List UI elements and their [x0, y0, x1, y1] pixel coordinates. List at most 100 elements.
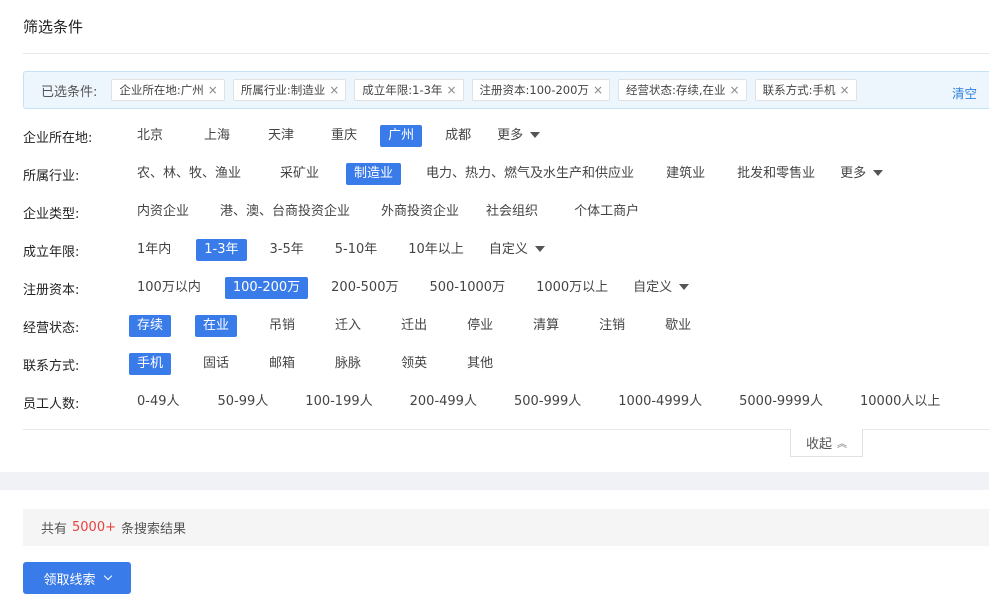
row-label: 联系方式: [23, 358, 80, 374]
selected-chip[interactable]: 企业所在地:广州 × [111, 79, 225, 101]
row-label: 经营状态: [23, 320, 80, 336]
chip-text: 所属行业:制造业 [240, 83, 326, 97]
more-button[interactable]: 更多 [489, 125, 548, 147]
row-label: 企业类型: [23, 206, 80, 222]
option-under-1y[interactable]: 1年内 [129, 239, 179, 261]
section-separator [0, 472, 989, 490]
option-existing[interactable]: 存续 [129, 315, 172, 337]
custom-dropdown[interactable]: 自定义 [481, 239, 553, 261]
option-tianjin[interactable]: 天津 [260, 125, 302, 147]
option-3-5y[interactable]: 3-5年 [262, 239, 312, 261]
option-over-10y[interactable]: 10年以上 [400, 239, 472, 261]
option-chengdu[interactable]: 成都 [437, 125, 479, 147]
chevron-down-icon [103, 571, 112, 581]
option-operating[interactable]: 在业 [195, 315, 238, 337]
option-under-100w[interactable]: 100万以内 [129, 277, 209, 299]
option-shanghai[interactable]: 上海 [196, 125, 238, 147]
option-maimai[interactable]: 脉脉 [327, 353, 369, 375]
option-domestic[interactable]: 内资企业 [129, 201, 197, 223]
option-5000-9999[interactable]: 5000-9999人 [731, 391, 831, 413]
option-5-10y[interactable]: 5-10年 [327, 239, 386, 261]
option-agriculture[interactable]: 农、林、牧、渔业 [129, 163, 249, 185]
option-100-200w[interactable]: 100-200万 [224, 277, 309, 299]
title-divider [23, 53, 989, 54]
option-500-1000w[interactable]: 500-1000万 [421, 277, 513, 299]
close-icon[interactable]: × [839, 84, 849, 96]
claim-leads-button[interactable]: 领取线索 [23, 562, 131, 594]
option-200-500w[interactable]: 200-500万 [323, 277, 406, 299]
option-individual[interactable]: 个体工商户 [566, 201, 647, 223]
more-button[interactable]: 更多 [832, 163, 891, 185]
option-1000-4999[interactable]: 1000-4999人 [610, 391, 710, 413]
row-label: 员工人数: [23, 396, 80, 412]
result-summary: 共有 5000+ 条搜索结果 [23, 509, 989, 546]
row-label: 成立年限: [23, 244, 80, 260]
close-icon[interactable]: × [593, 84, 603, 96]
filter-row-capital: 注册资本: 100万以内 100-200万 200-500万 500-1000万… [23, 276, 989, 300]
option-manufacturing[interactable]: 制造业 [346, 163, 402, 185]
option-social-org[interactable]: 社会组织 [478, 201, 546, 223]
option-1-3y[interactable]: 1-3年 [196, 239, 247, 261]
option-email[interactable]: 邮箱 [261, 353, 303, 375]
caret-down-icon [873, 169, 884, 176]
option-500-999[interactable]: 500-999人 [506, 391, 589, 413]
close-icon[interactable]: × [730, 84, 740, 96]
option-50-99[interactable]: 50-99人 [210, 391, 277, 413]
chip-text: 成立年限:1-3年 [362, 83, 443, 97]
close-icon[interactable]: × [329, 84, 339, 96]
selected-chip[interactable]: 经营状态:存续,在业 × [618, 79, 747, 101]
option-over-1000w[interactable]: 1000万以上 [528, 277, 616, 299]
option-closed[interactable]: 歇业 [657, 315, 699, 337]
selected-chip[interactable]: 成立年限:1-3年 × [354, 79, 464, 101]
option-liquidation[interactable]: 清算 [525, 315, 567, 337]
option-100-199[interactable]: 100-199人 [297, 391, 380, 413]
filter-row-established: 成立年限: 1年内 1-3年 3-5年 5-10年 10年以上 自定义 [23, 238, 989, 262]
filter-row-location: 企业所在地: 北京 上海 天津 重庆 广州 成都 更多 [23, 124, 989, 148]
option-hk-macao-taiwan[interactable]: 港、澳、台商投资企业 [212, 201, 358, 223]
option-over-10000[interactable]: 10000人以上 [852, 391, 948, 413]
chip-text: 企业所在地:广州 [119, 83, 204, 97]
option-mining[interactable]: 采矿业 [272, 163, 327, 185]
custom-label: 自定义 [488, 242, 528, 257]
clear-all-link[interactable]: 清空 [952, 83, 977, 102]
selected-conditions-label: 已选条件: [41, 84, 98, 100]
result-prefix: 共有 [41, 522, 68, 537]
collapse-button[interactable]: 收起 ︽ [790, 429, 863, 457]
option-guangzhou[interactable]: 广州 [380, 125, 423, 147]
option-landline[interactable]: 固话 [195, 353, 237, 375]
custom-label: 自定义 [633, 280, 673, 295]
close-icon[interactable]: × [446, 84, 456, 96]
option-moved-in[interactable]: 迁入 [327, 315, 369, 337]
option-construction[interactable]: 建筑业 [658, 163, 713, 185]
option-revoked[interactable]: 吊销 [261, 315, 303, 337]
option-moved-out[interactable]: 迁出 [393, 315, 435, 337]
option-200-499[interactable]: 200-499人 [402, 391, 485, 413]
more-label: 更多 [497, 128, 524, 143]
option-cancelled[interactable]: 注销 [591, 315, 633, 337]
option-other[interactable]: 其他 [459, 353, 501, 375]
option-suspended[interactable]: 停业 [459, 315, 501, 337]
close-icon[interactable]: × [208, 84, 218, 96]
selected-chip[interactable]: 所属行业:制造业 × [232, 79, 347, 101]
chip-text: 联系方式:手机 [762, 83, 836, 97]
filter-row-employees: 员工人数: 0-49人 50-99人 100-199人 200-499人 500… [23, 390, 989, 414]
option-chongqing[interactable]: 重庆 [323, 125, 365, 147]
selected-chip[interactable]: 注册资本:100-200万 × [471, 79, 610, 101]
option-mobile[interactable]: 手机 [129, 353, 172, 375]
option-foreign[interactable]: 外商投资企业 [373, 201, 467, 223]
selected-chip[interactable]: 联系方式:手机 × [754, 79, 857, 101]
filter-row-contact: 联系方式: 手机 固话 邮箱 脉脉 领英 其他 [23, 352, 989, 376]
result-suffix: 条搜索结果 [121, 522, 187, 537]
panel-title: 筛选条件 [23, 18, 84, 36]
caret-down-icon [679, 283, 690, 290]
option-linkedin[interactable]: 领英 [393, 353, 435, 375]
option-beijing[interactable]: 北京 [129, 125, 171, 147]
option-wholesale-retail[interactable]: 批发和零售业 [729, 163, 823, 185]
chip-text: 注册资本:100-200万 [479, 83, 589, 97]
filter-row-industry: 所属行业: 农、林、牧、渔业 采矿业 制造业 电力、热力、燃气及水生产和供应业 … [23, 162, 989, 186]
more-label: 更多 [840, 166, 867, 181]
option-utilities[interactable]: 电力、热力、燃气及水生产和供应业 [418, 163, 642, 185]
option-0-49[interactable]: 0-49人 [129, 391, 188, 413]
selected-conditions-bar: 已选条件: 企业所在地:广州 × 所属行业:制造业 × 成立年限:1-3年 × 注册资… [23, 71, 989, 109]
custom-dropdown[interactable]: 自定义 [625, 277, 697, 299]
